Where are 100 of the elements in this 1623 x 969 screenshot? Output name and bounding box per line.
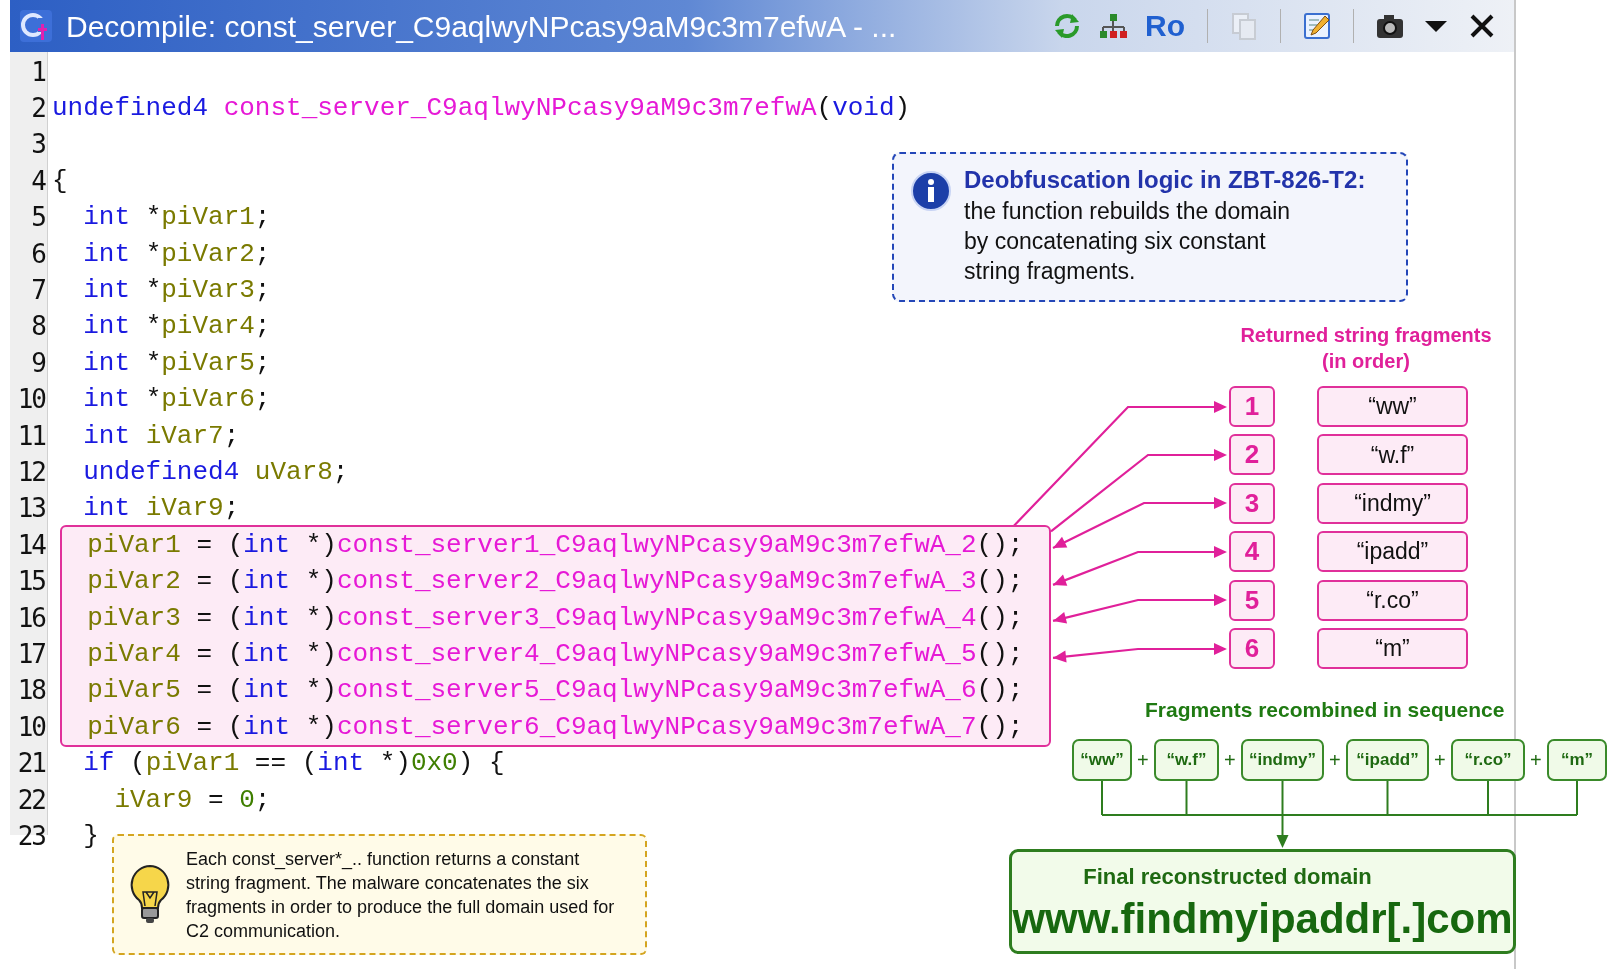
fragment-value: “indmy” [1317, 482, 1468, 524]
fragment-number: 4 [1229, 531, 1275, 573]
plus-sign: + [1329, 748, 1341, 772]
code-token: ) [894, 92, 911, 126]
code-token: (); [976, 601, 1024, 635]
recombined-fragment: “ww” [1072, 739, 1132, 781]
code-token: int [82, 237, 131, 271]
code-token: *) [304, 637, 337, 671]
code-token: uVar8 [254, 456, 333, 489]
line-number: 22 [16, 783, 46, 817]
code-token: int [82, 346, 131, 380]
code-token: * [145, 274, 162, 308]
code-token: ; [332, 456, 349, 489]
recombined-fragment: “ipadd” [1346, 739, 1429, 781]
recombined-fragment: “w.f” [1154, 739, 1219, 781]
code-token: ; [223, 492, 240, 526]
line-number: 21 [16, 747, 46, 781]
note-text: Each const_server*_.. function returns a constant string fragment. The malware concatenates the six fragments in order to produce the full domain used for C2 communication. [186, 847, 616, 943]
fragment-value: “m” [1317, 628, 1468, 669]
code-token: piVar6 [161, 383, 255, 417]
code-token: = ( [195, 674, 244, 708]
code-token: int [82, 419, 131, 453]
code-token: iVar9 [113, 783, 193, 817]
code-token: piVar3 [86, 601, 181, 635]
code-token: (); [976, 565, 1024, 599]
fragment-number: 3 [1229, 482, 1275, 524]
app-icon [18, 8, 54, 44]
line-number: 1 [30, 55, 46, 89]
plus-sign: + [1434, 748, 1446, 772]
code-token: piVar2 [161, 237, 255, 271]
code-token: undefined4 [52, 92, 210, 126]
code-token: ; [254, 383, 271, 417]
line-number: 15 [16, 565, 46, 599]
code-token: const_server6_C9aqlwyNPcasy9aM9c3m7efwA_7 [336, 710, 977, 744]
line-number: 16 [16, 601, 47, 635]
code-token: * [145, 237, 162, 271]
code-token: ; [254, 201, 271, 235]
code-token: int [243, 528, 291, 562]
code-token: ; [254, 274, 271, 308]
code-token: * [145, 383, 162, 417]
fragment-value: “r.co” [1317, 579, 1468, 621]
code-token: == ( [253, 747, 318, 781]
code-token: } [82, 819, 99, 853]
code-token: int [82, 383, 131, 417]
code-token: const_server_C9aqlwyNPcasy9aM9c3m7efwA [223, 92, 817, 126]
line-number: 7 [30, 274, 46, 308]
code-token: piVar6 [86, 710, 181, 744]
code-token: = ( [195, 601, 244, 635]
code-token: ; [254, 237, 271, 271]
code-token: piVar3 [161, 274, 255, 308]
lightbulb-icon [128, 863, 172, 926]
code-token: if [82, 747, 115, 781]
code-token: int [82, 310, 131, 344]
code-token: int [317, 747, 365, 781]
code-token: ) { [457, 747, 505, 781]
code-token: const_server5_C9aqlwyNPcasy9aM9c3m7efwA_6 [336, 674, 977, 708]
code-token: *) [304, 710, 337, 744]
ro-button[interactable]: Ro [1141, 11, 1189, 41]
code-token: *) [304, 528, 337, 562]
final-domain-value: www.findmyipaddr[.]com [1012, 894, 1513, 944]
code-token: int [243, 601, 291, 635]
code-token: iVar9 [145, 492, 224, 526]
code-token: ; [223, 419, 240, 453]
code-token: 0x0 [410, 747, 458, 781]
code-token: { [52, 164, 68, 198]
code-token: ; [254, 783, 271, 817]
recombined-fragment: “r.co” [1451, 739, 1525, 781]
code-token: ( [816, 92, 833, 126]
line-number: 4 [30, 164, 47, 198]
line-number: 14 [16, 528, 47, 562]
recombined-heading: Fragments recombined in sequence [1145, 697, 1505, 723]
code-token: void [832, 92, 895, 126]
recombined-fragment: “indmy” [1241, 739, 1324, 781]
code-token: piVar4 [161, 310, 255, 344]
code-token: piVar1 [145, 747, 240, 781]
code-token: piVar2 [86, 565, 181, 599]
code-token: int [82, 274, 131, 308]
code-token: piVar5 [161, 346, 255, 380]
final-domain-label: Final reconstructed domain [1083, 863, 1372, 891]
info-icon [910, 170, 952, 212]
fragment-value: “w.f” [1317, 434, 1468, 476]
line-number: 5 [30, 201, 46, 235]
line-number: 3 [30, 128, 46, 162]
code-token: const_server2_C9aqlwyNPcasy9aM9c3m7efwA_3 [336, 565, 977, 599]
code-token: (); [976, 528, 1024, 562]
line-number: 10 [16, 383, 47, 417]
code-token: const_server1_C9aqlwyNPcasy9aM9c3m7efwA_2 [336, 528, 977, 562]
fragment-number: 1 [1229, 386, 1275, 427]
fragment-number: 6 [1229, 628, 1275, 669]
fragment-value: “ipadd” [1317, 531, 1468, 573]
code-token: * [145, 310, 162, 344]
line-number: 17 [16, 637, 46, 671]
line-number: 6 [30, 237, 47, 271]
code-token: *) [304, 601, 337, 635]
code-token: = ( [195, 710, 244, 744]
fragments-heading: Returned string fragments (in order) [1239, 323, 1493, 374]
plus-sign: + [1530, 748, 1542, 772]
code-token: int [82, 201, 131, 235]
code-token: * [145, 346, 162, 380]
callout-title: Deobfuscation logic in ZBT-826-T2: [964, 165, 1366, 195]
